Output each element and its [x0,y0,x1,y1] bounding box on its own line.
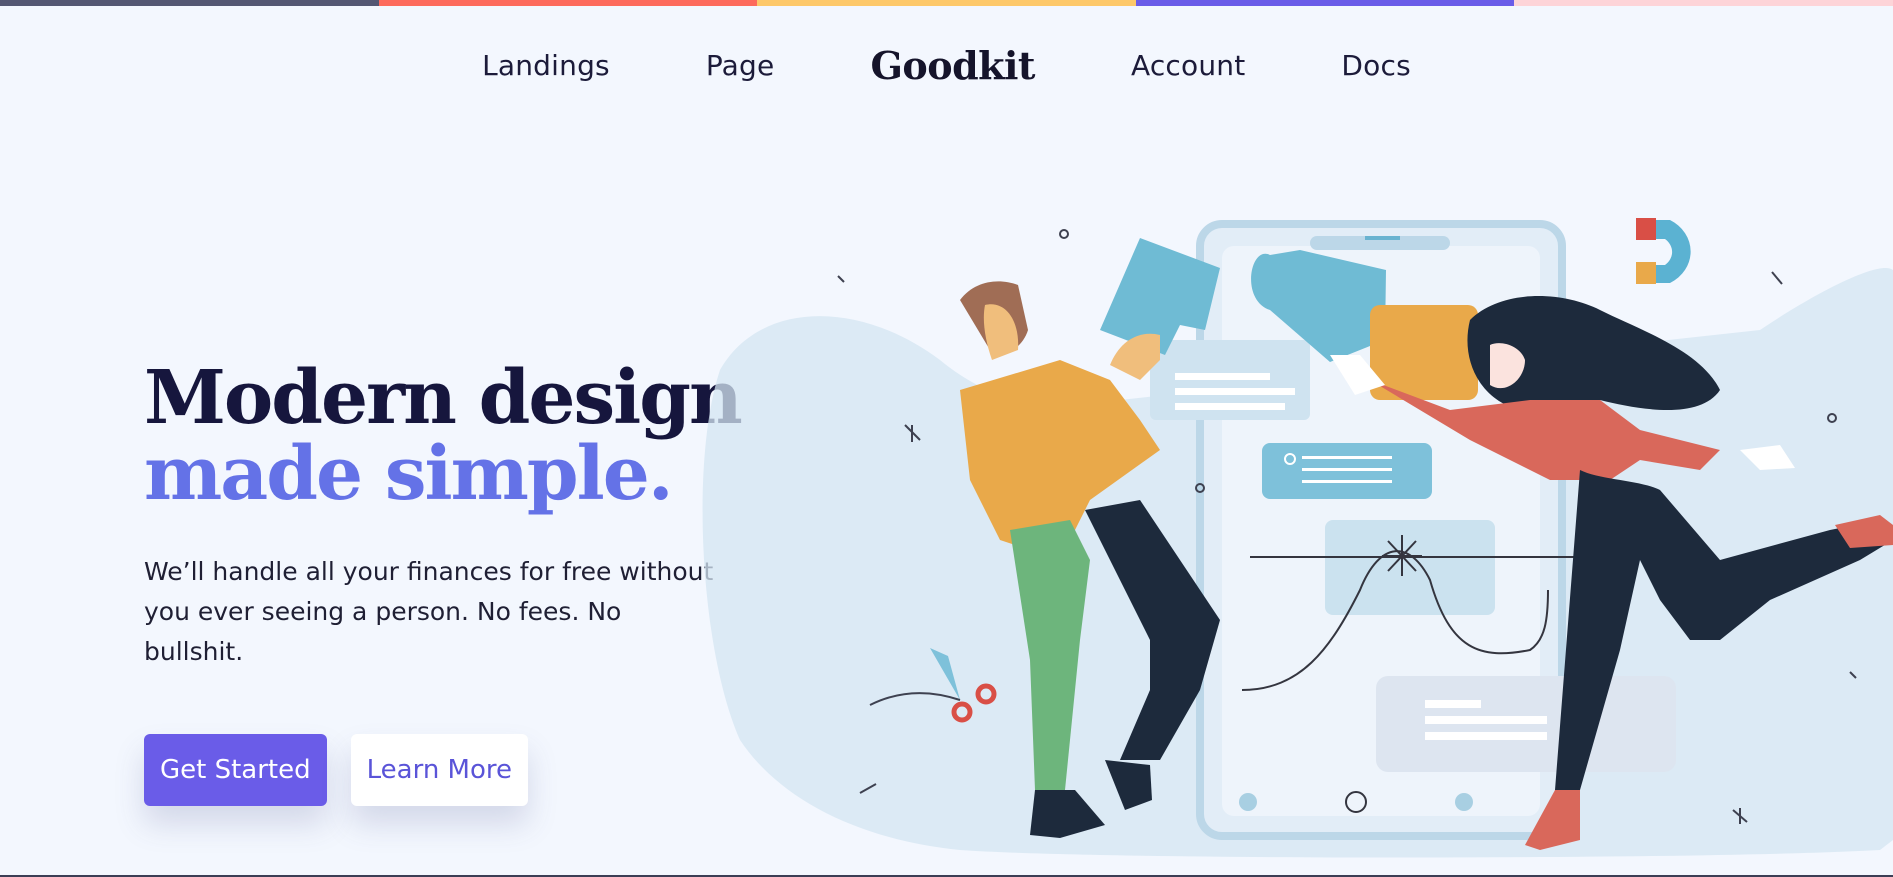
top-bar-segment [1514,0,1893,6]
nav-link-landings[interactable]: Landings [482,49,610,82]
hero-buttons: Get Started Learn More [144,734,784,806]
nav-link-docs[interactable]: Docs [1341,49,1410,82]
top-bar-segment [757,0,1136,6]
learn-more-button[interactable]: Learn More [350,734,529,806]
hero-subtitle: We’ll handle all your finances for free … [144,557,714,666]
top-bar-segment [0,0,379,6]
hero-title: Modern design made simple. [144,360,784,512]
top-bar-segment [1135,0,1515,6]
magnet-icon [1636,218,1691,284]
nav-link-page[interactable]: Page [706,49,775,82]
top-bar-segment [378,0,758,6]
get-started-button[interactable]: Get Started [144,734,327,806]
hero-title-line2: made simple. [144,431,674,517]
hero-illustration [702,218,1893,858]
main-navigation: Landings Page Goodkit Account Docs [0,40,1893,90]
top-color-bar [0,0,1893,6]
hero-section: Modern design made simple. We’ll handle … [144,360,784,806]
brand-logo[interactable]: Goodkit [870,43,1035,88]
nav-link-account[interactable]: Account [1131,49,1245,82]
hero-title-line1: Modern design [144,355,743,441]
